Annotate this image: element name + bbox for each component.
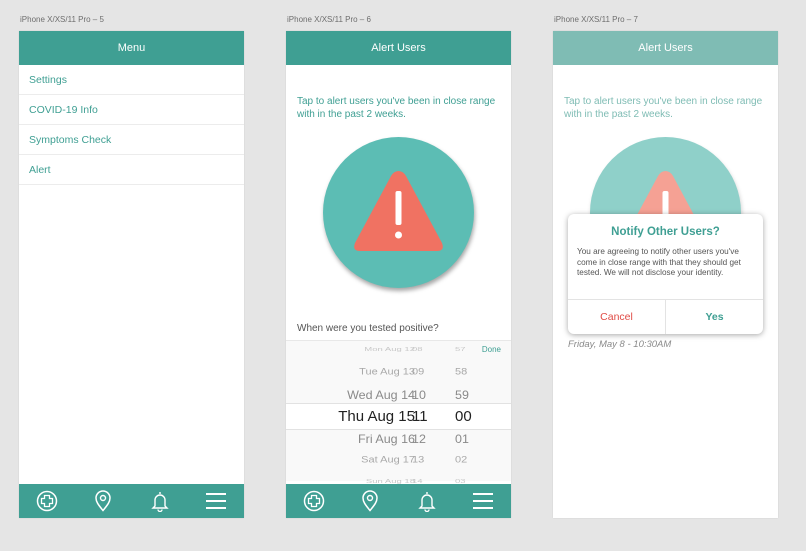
menu-item-alert[interactable]: Alert: [19, 155, 244, 185]
picker-row[interactable]: Thu Aug 15 11 00: [286, 407, 511, 425]
menu-header: Menu: [19, 31, 244, 65]
picker-row[interactable]: Tue Aug 13 09 58: [286, 366, 511, 377]
warning-triangle-icon: [354, 171, 443, 251]
hamburger-menu-icon[interactable]: [469, 487, 497, 515]
menu-item-covid-info[interactable]: COVID-19 Info: [19, 95, 244, 125]
picker-date: Tue Aug 13: [359, 366, 415, 378]
menu-screen: Menu Settings COVID-19 Info Symptoms Che…: [19, 31, 244, 518]
picker-minute: 02: [455, 454, 468, 466]
map-pin-icon[interactable]: [356, 487, 384, 515]
map-pin-icon[interactable]: [89, 487, 117, 515]
alert-intro-text: Tap to alert users you've been in close …: [564, 96, 763, 120]
date-time-picker[interactable]: Done Mon Aug 12 08 57 Tue Aug 13 09 58 Wed Aug…: [286, 340, 511, 485]
dialog-title: Notify Other Users?: [611, 226, 720, 238]
confirm-yes-button[interactable]: Yes: [666, 300, 763, 334]
menu-item-settings[interactable]: Settings: [19, 65, 244, 95]
picker-row[interactable]: Sat Aug 17 13 02: [286, 454, 511, 465]
picker-hour: 12: [412, 431, 426, 445]
picker-hour: 09: [412, 366, 425, 378]
artboard-label-1: iPhone X/XS/11 Pro – 5: [20, 15, 104, 24]
picker-date: Fri Aug 16: [358, 431, 415, 445]
picker-hour: 08: [412, 346, 423, 354]
page-title: Alert Users: [371, 42, 426, 54]
bell-icon[interactable]: [413, 487, 441, 515]
picker-minute: 01: [455, 431, 469, 445]
tab-bar: [286, 484, 511, 518]
notify-dialog-screen: Alert Users Tap to alert users you've be…: [553, 31, 778, 518]
alert-header: Alert Users: [286, 31, 511, 65]
menu-list: Settings COVID-19 Info Symptoms Check Al…: [19, 65, 244, 185]
tested-positive-question: When were you tested positive?: [297, 323, 439, 334]
notify-dialog: Notify Other Users? You are agreeing to …: [568, 214, 763, 334]
picker-minute: 00: [455, 407, 472, 425]
picker-minute: 57: [455, 346, 466, 354]
picker-date: Sat Aug 17: [361, 454, 415, 466]
bell-icon[interactable]: [146, 487, 174, 515]
plus-circle-icon[interactable]: [33, 487, 61, 515]
hamburger-menu-icon[interactable]: [202, 487, 230, 515]
picker-hour: 10: [412, 387, 426, 401]
picker-minute: 58: [455, 366, 468, 378]
artboard-label-2: iPhone X/XS/11 Pro – 6: [287, 15, 371, 24]
alert-intro-text: Tap to alert users you've been in close …: [297, 96, 496, 120]
dialog-body: You are agreeing to notify other users y…: [577, 247, 741, 277]
picker-hour: 13: [412, 454, 425, 466]
plus-circle-icon[interactable]: [300, 487, 328, 515]
tab-bar: [19, 484, 244, 518]
cancel-button[interactable]: Cancel: [568, 300, 666, 334]
page-title: Alert Users: [638, 42, 693, 54]
picker-row[interactable]: Fri Aug 16 12 01: [286, 431, 511, 445]
picker-row[interactable]: Mon Aug 12 08 57: [286, 347, 511, 354]
alert-header: Alert Users: [553, 31, 778, 65]
picker-row[interactable]: Wed Aug 14 10 59: [286, 387, 511, 401]
picker-minute: 59: [455, 387, 469, 401]
picker-date: Mon Aug 12: [364, 346, 415, 354]
picker-hour: 11: [412, 407, 428, 425]
alert-users-screen: Alert Users Tap to alert users you've be…: [286, 31, 511, 518]
page-title: Menu: [117, 42, 146, 54]
picker-date: Wed Aug 14: [347, 387, 415, 401]
menu-item-symptoms-check[interactable]: Symptoms Check: [19, 125, 244, 155]
picker-date: Thu Aug 15: [338, 407, 415, 425]
tested-timestamp: Friday, May 8 - 10:30AM: [568, 339, 672, 350]
artboard-label-3: iPhone X/XS/11 Pro – 7: [554, 15, 638, 24]
dialog-actions: Cancel Yes: [568, 299, 763, 334]
alert-button[interactable]: [323, 137, 474, 288]
